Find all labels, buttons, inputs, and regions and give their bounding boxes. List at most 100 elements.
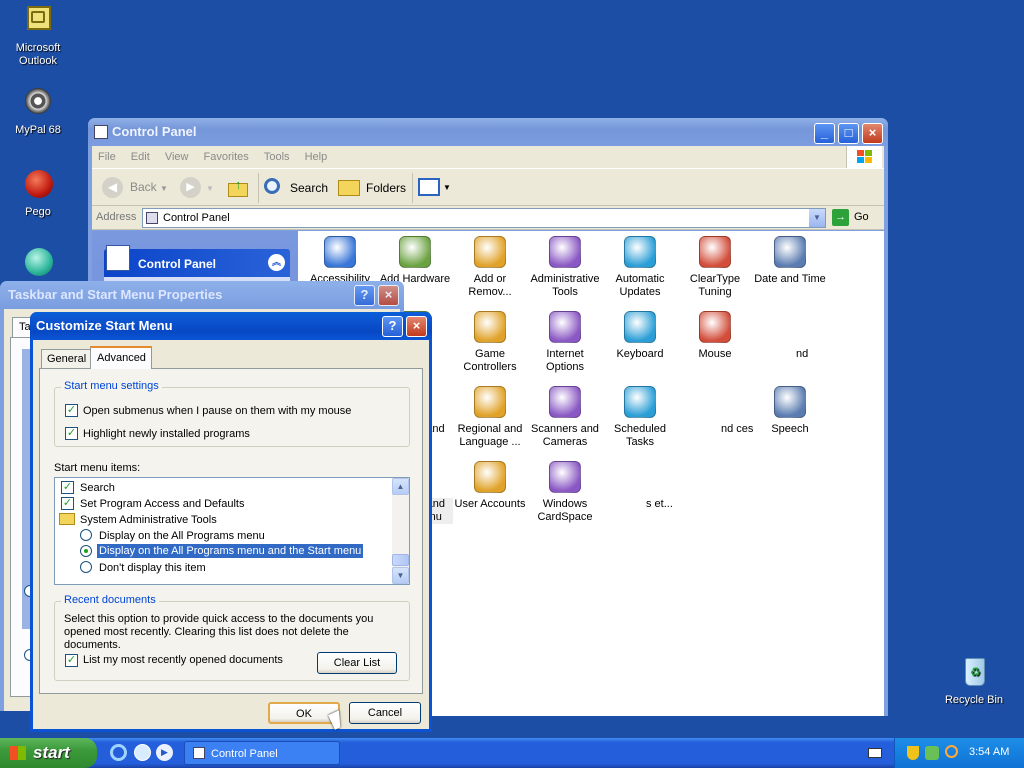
- control-panel-item[interactable]: Windows CardSpace: [527, 461, 603, 524]
- taskbar-properties-titlebar[interactable]: Taskbar and Start Menu Properties: [0, 281, 404, 309]
- control-panel-item[interactable]: Game Controllers: [452, 311, 528, 374]
- folders-label: Folders: [366, 181, 407, 195]
- control-panel-item[interactable]: Add or Remov...: [452, 236, 528, 299]
- back-button[interactable]: ◀ Back: [98, 176, 158, 200]
- forward-button[interactable]: ▶: [180, 177, 201, 198]
- network-icon[interactable]: [925, 746, 939, 760]
- menu-favorites[interactable]: Favorites: [198, 146, 255, 163]
- group-title: Start menu settings: [61, 380, 162, 392]
- mypal-icon: [21, 86, 55, 120]
- menu-edit[interactable]: Edit: [125, 146, 156, 163]
- all-programs-radio[interactable]: [80, 529, 92, 541]
- control-panel-item[interactable]: Speech: [752, 386, 828, 436]
- folders-icon: [338, 180, 360, 196]
- tab-general[interactable]: General: [41, 349, 91, 368]
- outlook-express-icon[interactable]: [134, 744, 151, 761]
- all-programs-and-start-radio[interactable]: [80, 545, 92, 557]
- views-button[interactable]: ▼: [418, 176, 452, 200]
- control-panel-item[interactable]: Internet Options: [527, 311, 603, 374]
- list-recent-checkbox[interactable]: ✓: [65, 654, 78, 667]
- internet-explorer-icon[interactable]: [110, 744, 127, 761]
- maximize-button[interactable]: □: [838, 123, 859, 144]
- search-tray-icon[interactable]: [945, 745, 958, 758]
- collapse-icon[interactable]: ︽: [268, 254, 285, 271]
- control-panel-item[interactable]: User Accounts: [452, 461, 528, 511]
- control-panel-item[interactable]: Scheduled Tasks: [602, 386, 678, 449]
- address-input[interactable]: Control Panel ▼: [142, 208, 826, 228]
- control-panel-item[interactable]: Keyboard: [602, 311, 678, 361]
- go-button[interactable]: → Go: [832, 208, 882, 228]
- control-panel-item-partial[interactable]: nd: [796, 348, 836, 361]
- back-dropdown-icon[interactable]: ▼: [160, 184, 168, 193]
- dont-display-radio[interactable]: [80, 561, 92, 573]
- start-button[interactable]: start: [0, 738, 97, 768]
- window-icon: [94, 125, 108, 139]
- start-menu-items-list[interactable]: ✓ Search ✓ Set Program Access and Defaul…: [54, 477, 410, 585]
- desktop-icon-outlook[interactable]: Microsoft Outlook: [0, 4, 76, 68]
- desktop-icon-recycle-bin[interactable]: ♻ Recycle Bin: [936, 656, 1012, 707]
- quick-launch: ▶: [106, 744, 178, 762]
- control-panel-item-partial[interactable]: s et...: [646, 498, 686, 511]
- help-button[interactable]: ?: [382, 316, 403, 337]
- customize-titlebar[interactable]: Customize Start Menu: [30, 312, 432, 340]
- menu-file[interactable]: File: [92, 146, 122, 163]
- windows-logo-icon: [846, 146, 882, 168]
- control-panel-item[interactable]: ClearType Tuning: [677, 236, 753, 299]
- add-hardware-icon: [399, 236, 431, 268]
- keyboard-indicator-icon[interactable]: [868, 748, 882, 758]
- menu-view[interactable]: View: [159, 146, 195, 163]
- list-item-selected: Display on the All Programs menu and the…: [95, 543, 365, 559]
- control-panel-item-label: Keyboard: [616, 348, 664, 360]
- window-title: Control Panel: [112, 124, 197, 139]
- highlight-checkbox[interactable]: ✓: [65, 427, 78, 440]
- clock[interactable]: 3:54 AM: [969, 746, 1009, 758]
- dialog-body: General Advanced Start menu settings ✓ O…: [33, 340, 429, 729]
- task-pane-header[interactable]: Control Panel ︽: [104, 245, 290, 277]
- menu-tools[interactable]: Tools: [258, 146, 296, 163]
- close-button[interactable]: ×: [862, 123, 883, 144]
- desktop-icon-mypal[interactable]: MyPal 68: [0, 86, 76, 137]
- control-panel-item[interactable]: Accessibility: [302, 236, 378, 286]
- control-panel-item[interactable]: Scanners and Cameras: [527, 386, 603, 449]
- scroll-up-button[interactable]: ▲: [392, 478, 409, 495]
- control-panel-header-icon: [106, 245, 130, 271]
- clear-list-button[interactable]: Clear List: [317, 652, 397, 674]
- up-folder-button[interactable]: ↑: [228, 177, 250, 199]
- list-item: System Administrative Tools: [80, 514, 217, 526]
- customize-start-menu-dialog: Customize Start Menu ? × General Advance…: [30, 312, 432, 732]
- desktop-icon-pego[interactable]: Pego: [0, 168, 76, 219]
- forward-dropdown-icon[interactable]: ▼: [206, 184, 214, 193]
- tab-advanced[interactable]: Advanced: [90, 346, 152, 369]
- control-panel-item[interactable]: Add Hardware: [377, 236, 453, 286]
- taskbar-button-control-panel[interactable]: Control Panel: [184, 741, 340, 765]
- search-item-checkbox[interactable]: ✓: [61, 481, 74, 494]
- folders-button[interactable]: Folders: [338, 177, 408, 199]
- control-panel-item[interactable]: Regional and Language ...: [452, 386, 528, 449]
- control-panel-item[interactable]: Date and Time: [752, 236, 828, 286]
- search-button[interactable]: Search: [264, 177, 330, 199]
- cancel-button[interactable]: Cancel: [349, 702, 421, 724]
- control-panel-item[interactable]: Administrative Tools: [527, 236, 603, 299]
- menu-help[interactable]: Help: [299, 146, 334, 163]
- taskbar: start ▶ Control Panel 3:54 AM: [0, 738, 1024, 768]
- minimize-button[interactable]: _: [814, 123, 835, 144]
- control-panel-titlebar[interactable]: Control Panel: [88, 118, 888, 146]
- control-panel-item[interactable]: Automatic Updates: [602, 236, 678, 299]
- security-shield-icon[interactable]: [907, 746, 919, 760]
- list-scrollbar[interactable]: ▲ ▼: [392, 478, 409, 584]
- submenus-checkbox[interactable]: ✓: [65, 404, 78, 417]
- address-dropdown-button[interactable]: ▼: [809, 209, 825, 227]
- desktop-icon-label: Recycle Bin: [944, 694, 1004, 706]
- close-button[interactable]: ×: [406, 316, 427, 337]
- close-button[interactable]: ×: [378, 285, 399, 306]
- scroll-thumb[interactable]: [392, 554, 409, 566]
- set-program-access-checkbox[interactable]: ✓: [61, 497, 74, 510]
- media-player-icon[interactable]: ▶: [156, 744, 173, 761]
- task-label: Control Panel: [211, 748, 278, 760]
- ok-button[interactable]: OK: [268, 702, 340, 724]
- control-panel-item[interactable]: Mouse: [677, 311, 753, 361]
- scroll-down-button[interactable]: ▼: [392, 567, 409, 584]
- windows-flag-icon: [10, 746, 26, 760]
- control-panel-item-label: Add or Remov...: [468, 273, 512, 298]
- help-button[interactable]: ?: [354, 285, 375, 306]
